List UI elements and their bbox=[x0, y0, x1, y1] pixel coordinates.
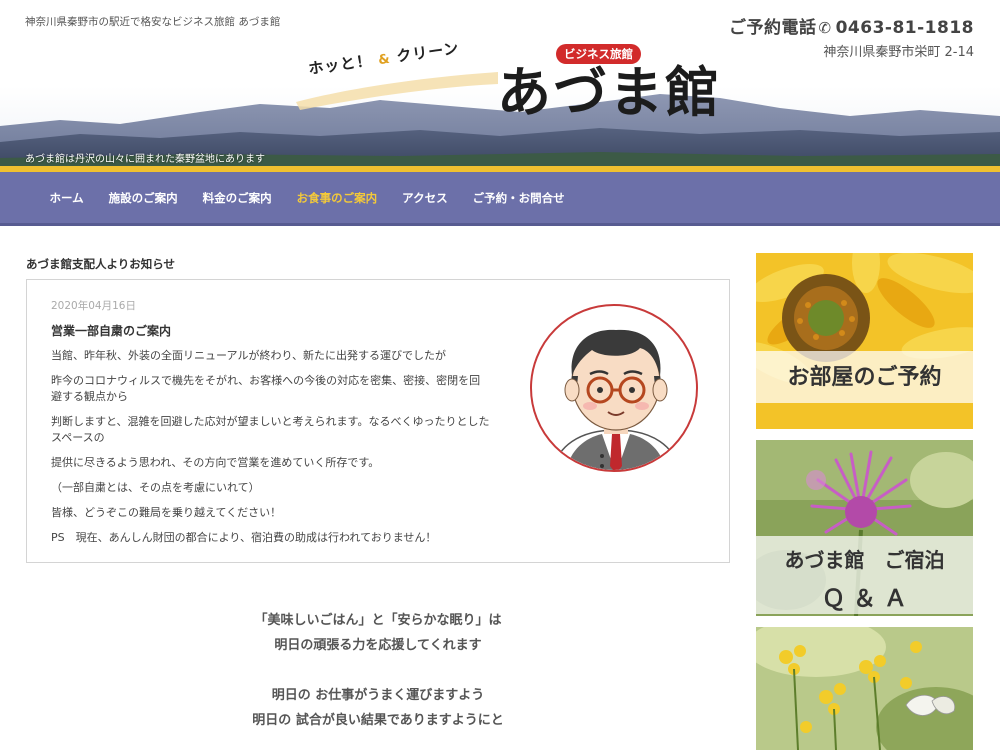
nav-item-pricing[interactable]: 料金のご案内 bbox=[190, 190, 284, 206]
notice-section-heading: あづま館支配人よりお知らせ bbox=[26, 257, 176, 271]
faq-label-line2: Ｑ ＆ Ａ bbox=[821, 585, 907, 612]
logo-ampersand: & bbox=[377, 51, 392, 69]
logo-badge: ビジネス旅館 bbox=[556, 44, 641, 64]
canola-banner[interactable] bbox=[756, 627, 973, 750]
closing-line: 明日の お仕事がうまく運びますよう bbox=[271, 688, 485, 703]
notice-paragraph: （一部自粛とは、その点を考慮にいれて） bbox=[51, 481, 260, 494]
room-reservation-banner[interactable]: お部屋のご予約 bbox=[756, 253, 973, 429]
notice-paragraph: 昨今のコロナウィルスで機先をそがれ、お客様への今後の対応を密集、密接、密閉を回避… bbox=[51, 374, 481, 403]
canola-flower-image bbox=[756, 627, 973, 750]
notice-paragraph: PS 現在、あんしん財団の都合により、宿泊費の助成は行われておりません！ bbox=[51, 531, 437, 544]
nav-item-meals[interactable]: お食事のご案内 bbox=[284, 190, 390, 206]
reservation-phone[interactable]: ご予約電話 ✆ 0463-81-1818 bbox=[729, 13, 974, 38]
nav-item-facilities[interactable]: 施設のご案内 bbox=[96, 190, 190, 206]
closing-line: 明日の頑張る力を応援してくれます bbox=[274, 638, 482, 653]
notice-body: 当館、昨年秋、外装の全面リニューアルが終わり、新たに出発する運びでしたが 昨今の… bbox=[51, 348, 491, 555]
notice-paragraph: 当館、昨年秋、外装の全面リニューアルが終わり、新たに出発する運びでしたが bbox=[51, 349, 447, 362]
notice-paragraph: 判断しますと、混雑を回避した応対が望ましいと考えられます。なるべくゆったりとした… bbox=[51, 415, 490, 444]
nav-item-home[interactable]: ホーム bbox=[37, 190, 96, 206]
logo-sub-part2: クリーン bbox=[395, 39, 461, 66]
main-navigation: ホーム 施設のご案内 料金のご案内 お食事のご案内 アクセス ご予約・お問合せ bbox=[0, 172, 1000, 226]
site-tagline: 神奈川県秦野市の駅近で格安なビジネス旅館 あづま館 bbox=[25, 16, 281, 28]
notice-paragraph: 皆様、どうぞこの難局を乗り越えてください！ bbox=[51, 506, 282, 519]
phone-label: ご予約電話 bbox=[729, 18, 817, 38]
site-header: 神奈川県秦野市の駅近で格安なビジネス旅館 あづま館 ご予約電話 ✆ 0463-81-… bbox=[0, 0, 1000, 170]
closing-line: 「美味しいごはん」と「安らかな眠り」は bbox=[254, 613, 502, 628]
room-reservation-label: お部屋のご予約 bbox=[756, 351, 973, 403]
faq-label: あづま館 ご宿泊 Ｑ ＆ Ａ bbox=[756, 536, 973, 614]
address: 神奈川県秦野市栄町 2-14 bbox=[823, 45, 974, 60]
hero-caption: あづま館は丹沢の山々に囲まれた秦野盆地にあります bbox=[25, 154, 265, 165]
phone-icon: ✆ bbox=[818, 19, 832, 37]
notice-box: 2020年04月16日 営業一部自粛のご案内 当館、昨年秋、外装の全面リニューア… bbox=[26, 279, 730, 563]
manager-illustration bbox=[552, 329, 680, 470]
closing-message: 「美味しいごはん」と「安らかな眠り」は 明日の頑張る力を応援してくれます 明日の… bbox=[26, 608, 730, 733]
manager-portrait bbox=[530, 304, 698, 472]
closing-line: 明日の 試合が良い結果でありますようにと bbox=[252, 713, 504, 728]
nav-item-reservation-contact[interactable]: ご予約・お問合せ bbox=[460, 190, 577, 206]
phone-number: 0463-81-1818 bbox=[835, 18, 974, 38]
notice-date: 2020年04月16日 bbox=[51, 300, 136, 312]
faq-label-line1: あづま館 ご宿泊 bbox=[784, 548, 945, 572]
nav-item-access[interactable]: アクセス bbox=[390, 190, 460, 206]
notice-paragraph: 提供に尽きるよう思われ、その方向で営業を進めていく所存です。 bbox=[51, 456, 380, 469]
notice-title: 営業一部自粛のご案内 bbox=[51, 324, 172, 338]
faq-banner[interactable]: あづま館 ご宿泊 Ｑ ＆ Ａ bbox=[756, 440, 973, 616]
